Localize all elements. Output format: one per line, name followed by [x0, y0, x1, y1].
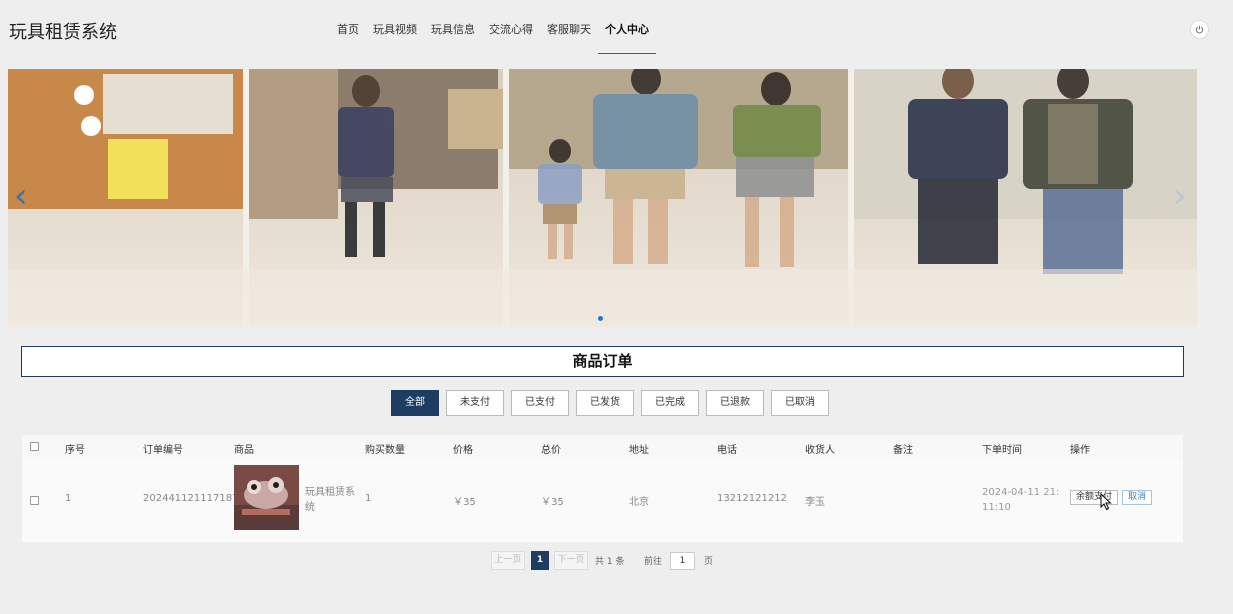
- col-remark: 备注: [893, 445, 913, 456]
- main-nav: 首页 玩具视频 玩具信息 交流心得 客服聊天 个人中心: [330, 0, 656, 54]
- filter-completed-button[interactable]: 已完成: [641, 390, 699, 416]
- banner-photo: [8, 69, 1197, 327]
- filter-refunded-button[interactable]: 已退款: [706, 390, 764, 416]
- page-unit-label: 页: [704, 557, 714, 567]
- banner-dot-1[interactable]: [598, 316, 603, 321]
- order-status-filters: 全部 未支付 已支付 已发货 已完成 已退款 已取消: [391, 390, 829, 416]
- filter-cancelled-button[interactable]: 已取消: [771, 390, 829, 416]
- col-actions: 操作: [1070, 445, 1090, 456]
- col-order-no: 订单编号: [143, 445, 183, 456]
- row-total: ￥35: [541, 497, 564, 508]
- nav-toy-videos[interactable]: 玩具视频: [366, 0, 424, 54]
- nav-toy-info[interactable]: 玩具信息: [424, 0, 482, 54]
- power-icon[interactable]: [1190, 20, 1209, 39]
- nav-experience[interactable]: 交流心得: [482, 0, 540, 54]
- orders-table: 序号 订单编号 商品 购买数量 价格 总价 地址 电话 收货人 备注 下单时间 …: [22, 435, 1183, 542]
- col-index: 序号: [65, 445, 85, 456]
- col-receiver: 收货人: [805, 445, 835, 456]
- col-product: 商品: [234, 445, 254, 456]
- banner-dots: [598, 316, 603, 321]
- table-row: 1 202441121117187 玩具租赁系统 1 ￥35 ￥35 北京 13…: [22, 459, 1183, 542]
- banner-prev-arrow[interactable]: ‹: [14, 179, 28, 213]
- nav-customer-chat[interactable]: 客服聊天: [540, 0, 598, 54]
- prev-page-button[interactable]: 上一页: [491, 551, 525, 570]
- row-quantity: 1: [365, 493, 372, 504]
- row-address: 北京: [629, 497, 649, 508]
- banner-carousel[interactable]: ‹ ›: [8, 69, 1197, 327]
- nav-personal-center[interactable]: 个人中心: [598, 0, 656, 54]
- row-receiver: 李玉: [805, 497, 825, 508]
- col-address: 地址: [629, 445, 649, 456]
- row-index: 1: [65, 493, 72, 504]
- mouse-cursor-icon: [1100, 493, 1112, 511]
- goto-label: 前往: [644, 557, 663, 567]
- row-price: ￥35: [453, 497, 476, 508]
- row-phone: 13212121212: [717, 493, 787, 504]
- page-1-button[interactable]: 1: [531, 551, 549, 570]
- col-total: 总价: [541, 445, 561, 456]
- product-thumbnail[interactable]: [234, 465, 299, 530]
- row-order-time: 2024-04-11 21:11:10: [982, 487, 1060, 513]
- power-icon-glyph: [1195, 25, 1204, 34]
- next-page-button[interactable]: 下一页: [554, 551, 588, 570]
- filter-shipped-button[interactable]: 已发货: [576, 390, 634, 416]
- product-image: [234, 465, 299, 530]
- filter-unpaid-button[interactable]: 未支付: [446, 390, 504, 416]
- row-order-no: 202441121117187: [143, 493, 239, 504]
- total-count: 共 1 条: [595, 557, 625, 567]
- col-phone: 电话: [717, 445, 737, 456]
- col-order-time: 下单时间: [982, 445, 1022, 456]
- goto-page-input[interactable]: 1: [670, 552, 695, 570]
- site-title: 玩具租赁系统: [9, 22, 117, 43]
- filter-all-button[interactable]: 全部: [391, 390, 439, 416]
- banner-next-arrow[interactable]: ›: [1173, 179, 1187, 213]
- col-price: 价格: [453, 445, 473, 456]
- page-title: 商品订单: [21, 346, 1184, 377]
- nav-home[interactable]: 首页: [330, 0, 366, 54]
- col-quantity: 购买数量: [365, 445, 405, 456]
- row-checkbox[interactable]: [30, 496, 39, 505]
- select-all-checkbox[interactable]: [30, 442, 39, 451]
- table-header: 序号 订单编号 商品 购买数量 价格 总价 地址 电话 收货人 备注 下单时间 …: [22, 435, 1183, 459]
- cancel-order-button[interactable]: 取消: [1122, 490, 1153, 505]
- filter-paid-button[interactable]: 已支付: [511, 390, 569, 416]
- product-name: 玩具租赁系统: [305, 487, 355, 513]
